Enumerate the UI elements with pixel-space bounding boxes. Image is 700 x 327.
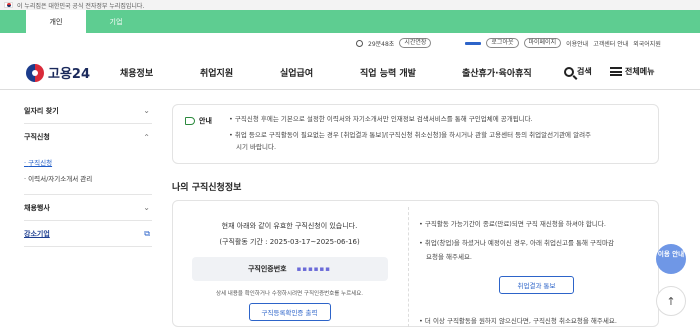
side-nav: 일자리 찾기 ⌄ 구직신청 ⌃ · 구직신청 · 이력서/자기소개서 관리 채용… [24,98,152,247]
job-seeker-id-label: 구직인증번호 [247,265,287,273]
external-link-icon: ⧉ [144,228,150,238]
status-hint: 상세 내용을 확인하거나 수정하시려면 구직인증번호를 누르세요. [215,291,364,297]
utility-bar: 29분48초 시간연장 로그아웃 마이페이지 이용안내 고객센터 안내 외국어지… [356,37,661,49]
guide-bullet-2: • 취업(창업)을 하셨거나 예정이신 경우, 아래 취업신고를 통해 구직마감 [419,239,614,247]
section-title: 나의 구직신청정보 [172,183,242,193]
chevron-up-icon: ⌃ [143,132,150,142]
site-logo[interactable]: 고용24 [26,63,90,82]
session-time-left: 29분48초 [368,40,395,48]
guide-link[interactable]: 이용안내 [566,39,588,48]
language-link[interactable]: 외국어지원 [633,39,661,48]
sidebar-sub-resume-manage[interactable]: · 이력서/자기소개서 관리 [24,170,152,186]
chevron-down-icon: ⌄ [143,106,150,115]
korea-flag-icon [4,2,13,8]
logo-text: 고용24 [48,67,91,82]
notice-line-3: 시기 바랍니다. [236,143,277,151]
menu-parental-leave[interactable]: 출산휴가·육아휴직 [462,66,532,79]
tab-company[interactable]: 기업 [86,10,146,33]
gov-emblem-icon [26,63,44,82]
megaphone-icon [185,117,195,125]
job-seeker-id-link[interactable]: ▪▪▪▪▪▪ [297,265,331,273]
tab-personal[interactable]: 개인 [26,10,86,33]
sidebar-submenu: · 구직신청 · 이력서/자기소개서 관리 [24,150,152,195]
notice-label: 안내 [185,116,212,126]
job-seeker-id-box: 구직인증번호 ▪▪▪▪▪▪ [191,257,388,281]
customer-center-link[interactable]: 고객센터 안내 [593,39,628,48]
activity-period: (구직활동 기간 : 2025-03-17~2025-06-16) [219,238,360,246]
sidebar-item-job-fair[interactable]: 채용행사 ⌄ [24,195,152,221]
divider [408,207,409,327]
sidebar-item-find-job[interactable]: 일자리 찾기 ⌄ [24,98,152,124]
logout-button[interactable]: 로그아웃 [486,38,519,48]
all-menu-button[interactable]: 전체메뉴 [610,66,654,77]
guide-bullet-2-cont: 요청을 해주세요. [426,253,472,261]
chevron-down-icon: ⌄ [143,203,150,212]
status-panel: 현재 아래와 같이 유효한 구직신청이 있습니다. (구직활동 기간 : 202… [173,201,406,327]
extend-session-button[interactable]: 시간연장 [399,38,432,48]
sidebar-item-job-application[interactable]: 구직신청 ⌃ [24,124,152,150]
menu-job-info[interactable]: 채용정보 [120,66,153,79]
user-name-masked [465,41,482,45]
sidebar-sub-job-application[interactable]: · 구직신청 [24,154,152,170]
notice-box: 안내 • 구직신청 후에는 기본으로 설정한 이력서와 자기소개서만 인재정보 … [172,104,659,164]
report-employment-result-button[interactable]: 취업결과 통보 [499,276,574,294]
guide-bullet-1: • 구직활동 가능기간이 종료(만료)되면 구직 재신청을 하셔야 합니다. [419,220,606,228]
all-menu-label: 전체메뉴 [625,67,655,76]
application-status-box: 현재 아래와 같이 유효한 구직신청이 있습니다. (구직활동 기간 : 202… [172,200,659,327]
menu-job-skills[interactable]: 직업 능력 개발 [360,66,416,79]
search-button[interactable]: 검색 [564,66,592,77]
mypage-button[interactable]: 마이페이지 [523,38,562,48]
search-icon [564,66,574,77]
notice-line-1: • 구직신청 후에는 기본으로 설정한 이력서와 자기소개서만 인재정보 검색서… [229,115,533,123]
gov-banner-text: 이 누리집은 대한민국 공식 전자정부 누리집입니다. [17,2,145,10]
usage-guide-button[interactable]: 이용 안내 [656,244,686,274]
global-nav: 고용24 채용정보 취업지원 실업급여 직업 능력 개발 출산휴가·육아휴직 검… [0,56,700,90]
user-type-tabs: 개인 기업 [0,10,700,33]
menu-employment-support[interactable]: 취업지원 [200,66,233,79]
menu-unemployment-benefit[interactable]: 실업급여 [280,66,313,79]
notice-line-2: • 취업 등으로 구직활동이 필요없는 경우 [취업결과 통보]/[구직신청 취… [229,131,592,139]
status-text: 현재 아래와 같이 유효한 구직신청이 있습니다. [221,222,358,230]
clock-icon [356,39,363,47]
print-certificate-button[interactable]: 구직등록확인증 출력 [248,303,331,321]
guide-panel: • 구직활동 가능기간이 종료(만료)되면 구직 재신청을 하셔야 합니다. •… [419,201,655,327]
gov-banner: 이 누리집은 대한민국 공식 전자정부 누리집입니다. [0,0,700,10]
sidebar-item-small-giant[interactable]: 강소기업 ⧉ [24,221,152,247]
guide-bullet-3: • 더 이상 구직활동을 원하지 않으신다면, 구직신청 취소요청을 해주세요. [419,317,617,325]
hamburger-icon [610,67,622,76]
scroll-top-button[interactable]: ↑ [656,286,686,316]
search-label: 검색 [577,67,592,76]
